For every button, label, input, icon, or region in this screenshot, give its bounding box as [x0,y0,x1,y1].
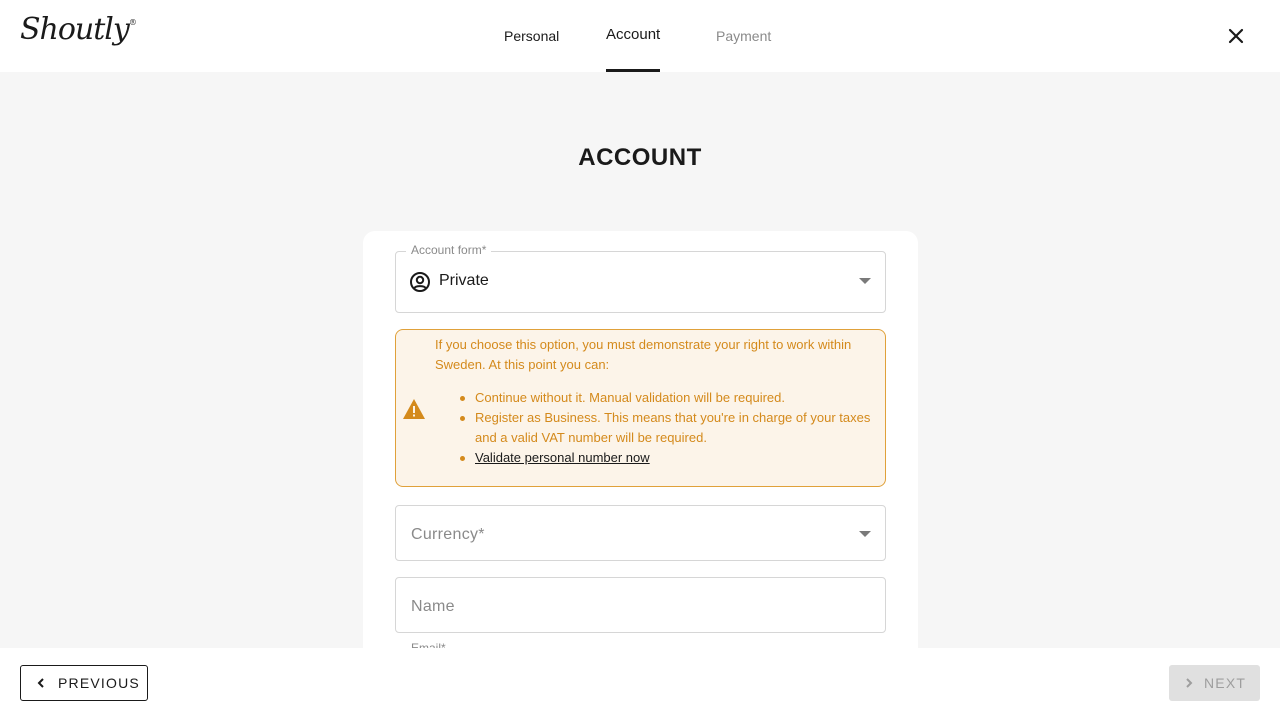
account-form-label: Account form* [406,243,492,257]
close-button[interactable] [1222,22,1250,50]
name-placeholder: Name [411,598,455,615]
alert-intro-text: If you choose this option, you must demo… [435,337,852,372]
currency-placeholder: Currency* [411,526,485,543]
tab-account[interactable]: Account [606,0,661,72]
chevron-left-icon [37,678,44,688]
previous-button-label: PREVIOUS [58,675,140,691]
warning-alert: If you choose this option, you must demo… [395,329,886,487]
warning-icon [403,399,425,419]
list-item: Validate personal number now [460,448,875,468]
list-item: Continue without it. Manual validation w… [460,388,875,408]
tab-personal[interactable]: Personal [504,0,559,72]
alert-options-list: Continue without it. Manual validation w… [460,388,875,468]
next-button-label: NEXT [1204,675,1247,691]
list-item: Register as Business. This means that yo… [460,408,875,448]
account-form-value: Private [439,272,489,289]
validate-personal-number-link[interactable]: Validate personal number now [475,450,650,465]
name-input[interactable]: Name [395,577,886,633]
currency-select[interactable]: Currency* [395,505,886,561]
next-button[interactable]: NEXT [1169,665,1260,701]
user-circle-icon [410,272,430,292]
account-form-select[interactable]: Account form* Private [395,243,886,313]
top-bar: Shoutly® Personal Account Payment [0,0,1280,72]
account-form-card: Account form* Private If you choose this… [363,231,918,671]
footer-bar: PREVIOUS NEXT [0,648,1280,720]
chevron-right-icon [1186,678,1193,688]
previous-button[interactable]: PREVIOUS [20,665,148,701]
close-icon [1228,28,1244,44]
chevron-down-icon[interactable] [859,278,871,284]
tab-payment[interactable]: Payment [716,0,771,72]
chevron-down-icon[interactable] [859,531,871,537]
step-tabs: Personal Account Payment [0,0,1280,72]
page-title: ACCOUNT [578,144,702,171]
